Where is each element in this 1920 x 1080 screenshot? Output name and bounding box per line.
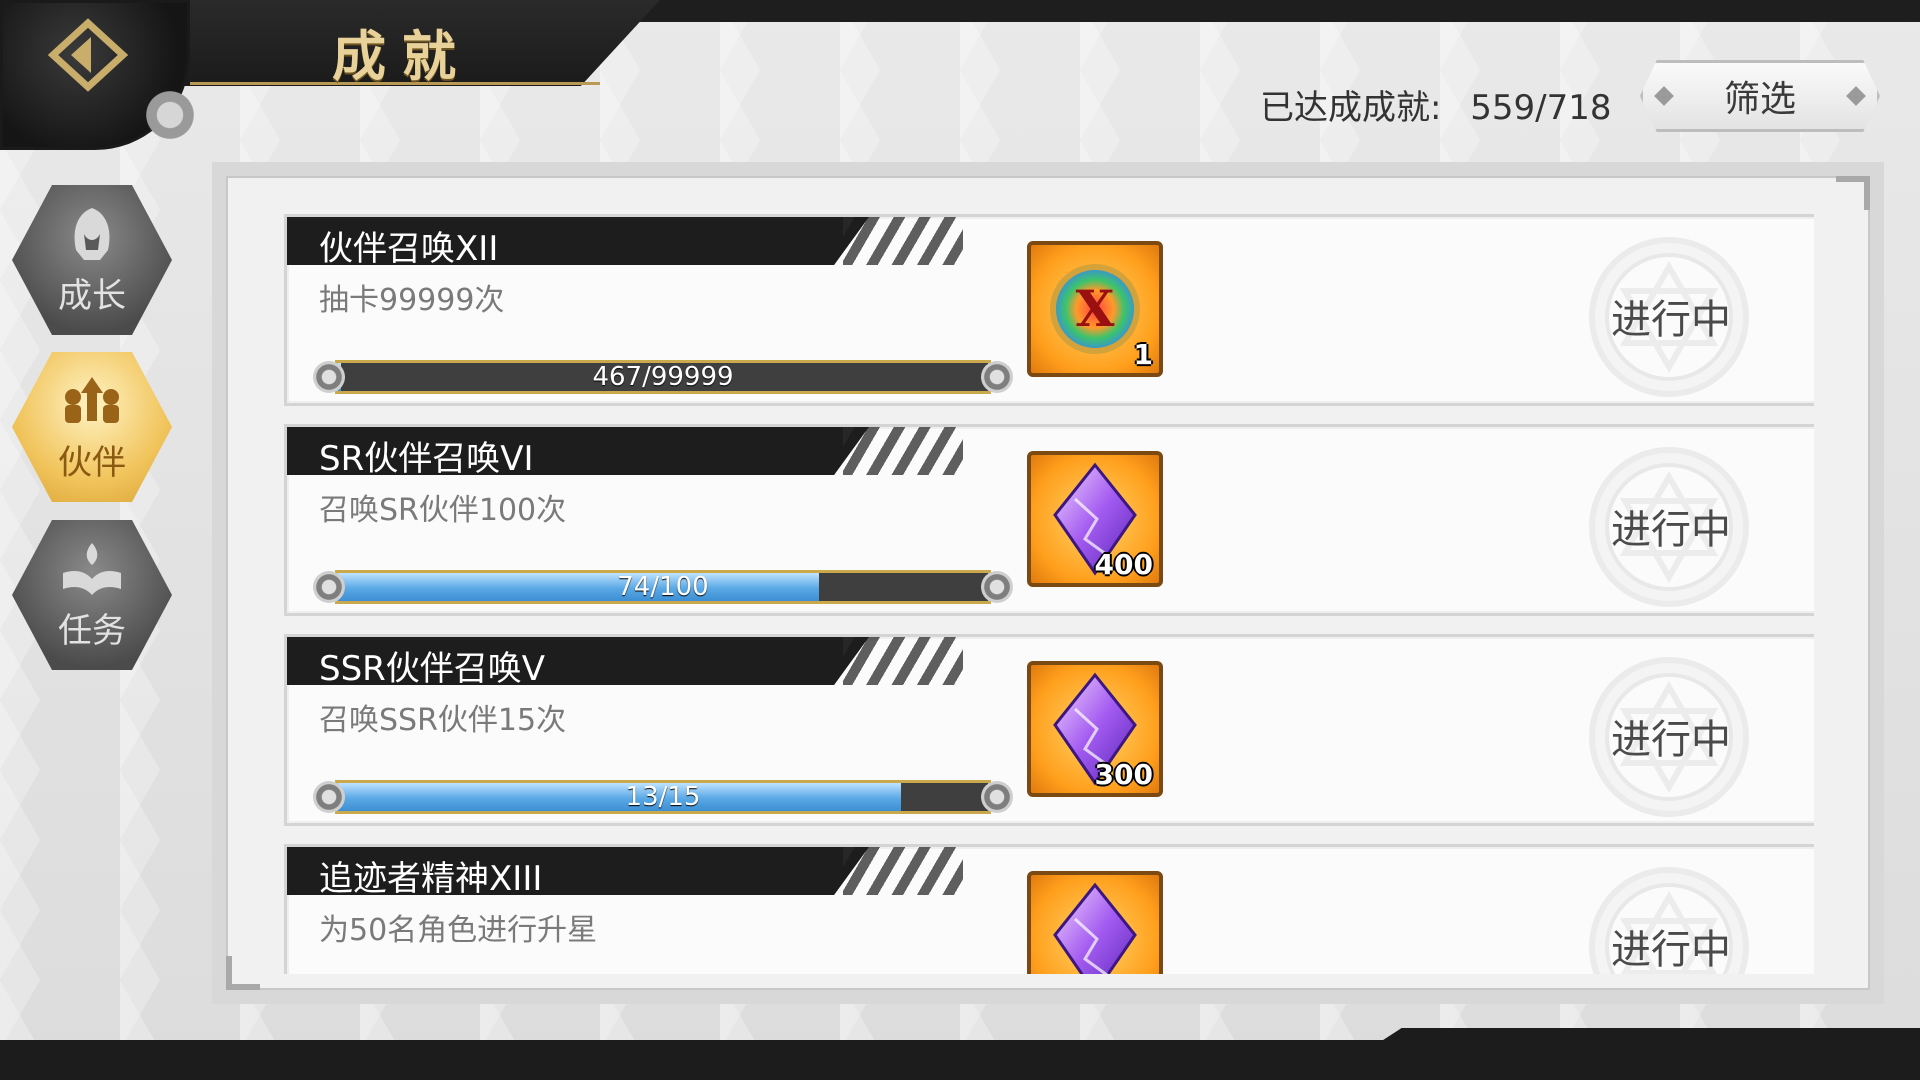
progress-cap-left-icon: [313, 781, 345, 813]
page-title: 成就: [332, 24, 472, 88]
achievement-card[interactable]: 伙伴召唤XII 抽卡99999次 467/99999 X 1 进行中: [284, 214, 1814, 406]
tab-partners-label: 伙伴: [58, 442, 126, 483]
bottom-bar-lip: [1380, 1028, 1920, 1042]
top-bar: [0, 0, 1920, 88]
tab-growth-label: 成长: [58, 275, 126, 316]
achievement-count-value: 559/718: [1470, 88, 1612, 128]
achievement-card[interactable]: 追迹者精神XIII 为50名角色进行升星 进行中: [284, 844, 1814, 974]
progress-cap-left-icon: [313, 361, 345, 393]
svg-text:X: X: [1076, 279, 1115, 338]
purple-crystal-icon: [1031, 875, 1159, 974]
progress-track: 74/100: [335, 570, 991, 604]
progress-track: 467/99999: [335, 360, 991, 394]
achievement-count: 已达成成就: 559/718: [1260, 80, 1612, 129]
achievement-description: 为50名角色进行升星: [319, 913, 598, 948]
bottom-bar: [0, 1028, 1920, 1080]
progress-bar: 13/15: [313, 777, 1013, 817]
reward-item[interactable]: 400: [1027, 451, 1163, 587]
achievement-list[interactable]: 伙伴召唤XII 抽卡99999次 467/99999 X 1 进行中 SR伙伴召…: [266, 214, 1814, 974]
party-group-icon: [57, 371, 127, 431]
tab-missions-label: 任务: [58, 610, 126, 651]
achievement-card[interactable]: SSR伙伴召唤V 召唤SSR伙伴15次 13/15 300 进行中: [284, 634, 1814, 826]
progress-text: 74/100: [617, 572, 709, 602]
achievement-panel: 伙伴召唤XII 抽卡99999次 467/99999 X 1 进行中 SR伙伴召…: [212, 162, 1884, 1004]
achievement-status: 进行中: [1611, 717, 1731, 763]
achievement-status: 进行中: [1611, 927, 1731, 973]
reward-item[interactable]: 300: [1027, 661, 1163, 797]
achievement-description: 抽卡99999次: [319, 283, 505, 318]
progress-track: 13/15: [335, 780, 991, 814]
achievement-title: 伙伴召唤XII: [319, 229, 499, 269]
progress-cap-right-icon: [981, 361, 1013, 393]
achievement-status: 进行中: [1611, 297, 1731, 343]
card-stripes: [843, 217, 963, 265]
top-strip: [600, 0, 1920, 22]
gear-decoration-icon: [140, 85, 200, 145]
achievement-description: 召唤SSR伙伴15次: [319, 703, 567, 738]
book-flame-icon: [57, 539, 127, 599]
achievement-card[interactable]: SR伙伴召唤VI 召唤SR伙伴100次 74/100 400 进行中: [284, 424, 1814, 616]
panel-corner-bottom-left: [226, 956, 260, 990]
filter-left-arrow-icon: [1654, 86, 1674, 106]
panel-corner-top-right: [1836, 176, 1870, 210]
reward-item[interactable]: X 1: [1027, 241, 1163, 377]
reward-quantity: 400: [1094, 548, 1153, 581]
achievement-description: 召唤SR伙伴100次: [319, 493, 567, 528]
achievement-title: SR伙伴召唤VI: [319, 439, 534, 479]
back-arrow-icon: [47, 18, 129, 92]
progress-text: 13/15: [625, 782, 701, 812]
reward-quantity: 1: [1133, 338, 1153, 371]
achievement-status: 进行中: [1611, 507, 1731, 553]
card-stripes: [843, 847, 963, 895]
filter-button[interactable]: 筛选: [1640, 60, 1880, 132]
progress-cap-right-icon: [981, 571, 1013, 603]
card-stripes: [843, 427, 963, 475]
progress-bar: 74/100: [313, 567, 1013, 607]
progress-cap-left-icon: [313, 571, 345, 603]
filter-label: 筛选: [1723, 79, 1796, 120]
achievement-title: 追迹者精神XIII: [319, 859, 543, 899]
progress-cap-right-icon: [981, 781, 1013, 813]
reward-quantity: 300: [1094, 758, 1153, 791]
filter-right-arrow-icon: [1846, 86, 1866, 106]
progress-text: 467/99999: [592, 362, 734, 392]
hooded-figure-icon: [57, 204, 127, 264]
achievement-count-label: 已达成成就:: [1260, 88, 1442, 128]
card-stripes: [843, 637, 963, 685]
progress-bar: 467/99999: [313, 357, 1013, 397]
reward-item[interactable]: [1027, 871, 1163, 974]
achievement-title: SSR伙伴召唤V: [319, 649, 546, 689]
